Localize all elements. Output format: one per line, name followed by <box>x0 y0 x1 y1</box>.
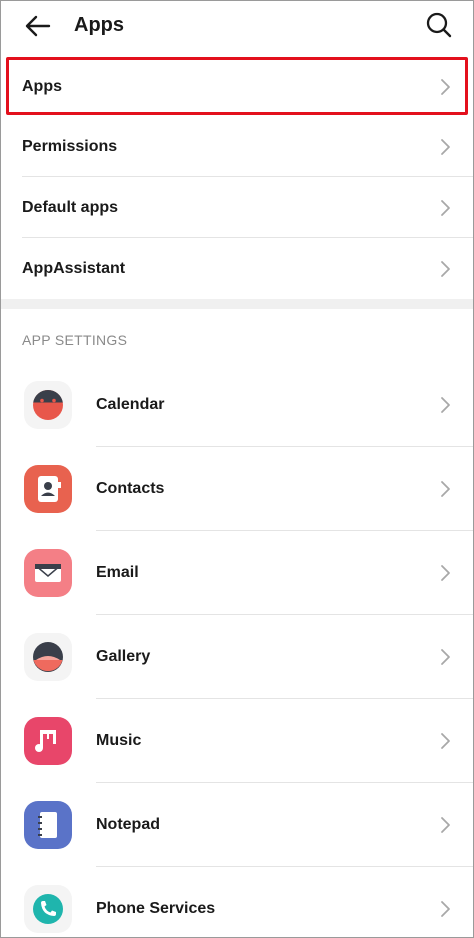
app-item-label: Music <box>96 732 142 749</box>
contacts-icon <box>24 465 72 513</box>
app-item-label: Gallery <box>96 648 151 665</box>
chevron-right-icon <box>441 139 450 155</box>
app-item-label: Calendar <box>96 396 165 413</box>
music-icon <box>24 717 72 765</box>
app-item-label: Notepad <box>96 816 160 833</box>
page-title: Apps <box>74 14 124 36</box>
menu-item-label: Permissions <box>22 138 118 155</box>
app-item-music[interactable]: Music <box>1 699 473 783</box>
menu-item-appassistant[interactable]: AppAssistant <box>1 239 473 299</box>
divider <box>22 176 473 177</box>
app-item-gallery[interactable]: Gallery <box>1 615 473 699</box>
section-header: APP SETTINGS <box>22 332 128 348</box>
chevron-right-icon <box>441 565 450 581</box>
app-item-email[interactable]: Email <box>1 531 473 615</box>
app-item-calendar[interactable]: Calendar <box>1 363 473 447</box>
notepad-icon <box>24 801 72 849</box>
app-screen: Apps Apps Permissions Default apps AppAs… <box>0 0 474 938</box>
section-gap <box>1 299 473 309</box>
app-item-label: Contacts <box>96 480 165 497</box>
search-icon[interactable] <box>425 11 453 39</box>
email-icon <box>24 549 72 597</box>
app-item-label: Email <box>96 564 139 581</box>
app-item-notepad[interactable]: Notepad <box>1 783 473 867</box>
chevron-right-icon <box>441 817 450 833</box>
chevron-right-icon <box>441 481 450 497</box>
chevron-right-icon <box>441 649 450 665</box>
menu-item-label: Default apps <box>22 199 119 216</box>
calendar-icon <box>24 381 72 429</box>
phone-services-icon <box>24 885 72 933</box>
selection-highlight <box>6 57 468 115</box>
chevron-right-icon <box>441 200 450 216</box>
top-bar: Apps <box>1 1 473 53</box>
menu-item-permissions[interactable]: Permissions <box>1 117 473 177</box>
divider <box>22 237 473 238</box>
chevron-right-icon <box>441 261 450 277</box>
menu-item-label: AppAssistant <box>22 260 126 277</box>
menu-item-default-apps[interactable]: Default apps <box>1 178 473 238</box>
app-item-label: Phone Services <box>96 900 216 917</box>
chevron-right-icon <box>441 901 450 917</box>
chevron-right-icon <box>441 397 450 413</box>
chevron-right-icon <box>441 733 450 749</box>
gallery-icon <box>24 633 72 681</box>
app-item-contacts[interactable]: Contacts <box>1 447 473 531</box>
arrow-left-icon[interactable] <box>23 11 53 41</box>
app-item-phone-services[interactable]: Phone Services <box>1 867 473 937</box>
